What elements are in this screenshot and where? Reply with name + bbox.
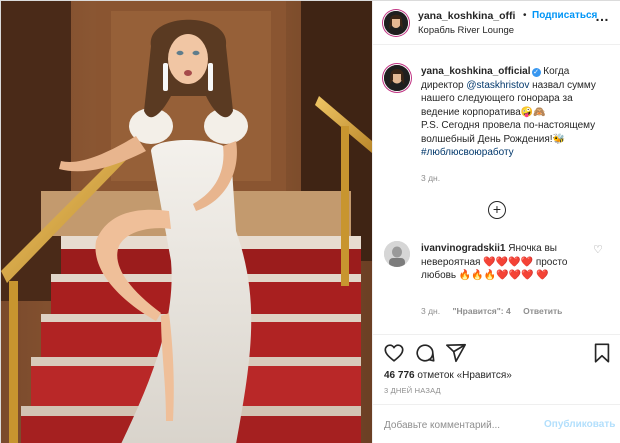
- comment-icon[interactable]: [414, 342, 436, 364]
- caption-mention-link[interactable]: @staskhristov: [466, 80, 529, 91]
- add-comment-bar: Опубликовать: [373, 404, 620, 443]
- caption-text: yana_koshkina_official ✓ Когда директор @…: [421, 65, 611, 160]
- heart-icon[interactable]: [383, 342, 405, 364]
- comment-text: ivanvinogradskii1 Яночка вы невероятная …: [421, 242, 596, 283]
- avatar-image-icon: [384, 65, 410, 91]
- comments-list: yana_koshkina_official ✓ Когда директор @…: [373, 46, 620, 333]
- caption-timestamp[interactable]: 3 дн.: [421, 173, 440, 183]
- post-image: [1, 1, 372, 443]
- post-side-panel: yana_koshkina_offi • Подписаться Корабль…: [372, 1, 620, 443]
- comment-meta: 3 дн. "Нравится": 4 Ответить: [421, 306, 572, 316]
- comment-reply-button[interactable]: Ответить: [523, 306, 562, 316]
- verified-badge-icon: ✓: [531, 68, 541, 77]
- publish-button[interactable]: Опубликовать: [544, 419, 615, 430]
- commenter-avatar[interactable]: [384, 241, 410, 267]
- caption-author-username[interactable]: yana_koshkina_official: [421, 66, 531, 77]
- comment-likes-count[interactable]: "Нравится": 4: [452, 306, 510, 316]
- more-options-icon[interactable]: …: [595, 8, 610, 24]
- caption-author-avatar[interactable]: [384, 65, 410, 91]
- instagram-post-window: yana_koshkina_offi • Подписаться Корабль…: [0, 0, 620, 443]
- post-location[interactable]: Корабль River Lounge: [418, 25, 514, 36]
- comment-input[interactable]: [384, 416, 534, 434]
- comment-like-icon[interactable]: ♡: [593, 243, 603, 256]
- post-timestamp[interactable]: 3 ДНЕЙ НАЗАД: [384, 386, 441, 395]
- likes-count[interactable]: 46 776: [384, 370, 415, 381]
- post-photo[interactable]: [1, 1, 372, 443]
- avatar-image-icon: [384, 241, 410, 267]
- caption-ps: P.S. Сегодня провела по-настоящему волше…: [421, 120, 596, 145]
- comment-timestamp[interactable]: 3 дн.: [421, 306, 440, 316]
- follow-button[interactable]: Подписаться: [532, 10, 597, 21]
- likes-text[interactable]: отметок «Нравится»: [415, 370, 511, 381]
- share-icon[interactable]: [445, 342, 467, 364]
- likes-summary[interactable]: 46 776 отметок «Нравится»: [384, 370, 512, 381]
- load-more-comments-icon[interactable]: +: [488, 201, 506, 219]
- separator-dot: •: [523, 10, 527, 21]
- author-avatar[interactable]: [384, 11, 408, 35]
- caption-hashtag-link[interactable]: #люблюсвоюработу: [421, 147, 514, 158]
- bookmark-icon[interactable]: [591, 342, 613, 364]
- post-header: yana_koshkina_offi • Подписаться Корабль…: [373, 1, 620, 45]
- avatar-image-icon: [384, 11, 408, 35]
- commenter-username[interactable]: ivanvinogradskii1: [421, 243, 505, 254]
- author-username[interactable]: yana_koshkina_offi: [418, 10, 515, 22]
